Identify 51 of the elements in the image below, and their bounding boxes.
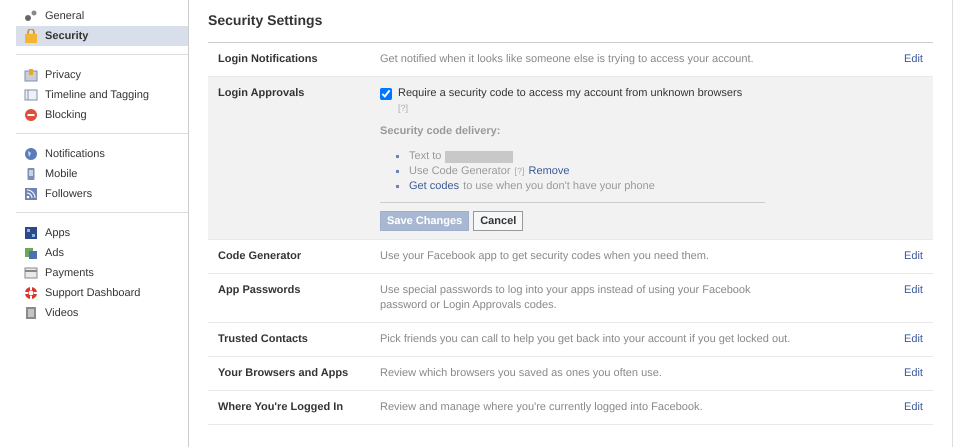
checkbox[interactable] — [380, 88, 392, 100]
edit-link[interactable]: Edit — [904, 249, 923, 264]
section-heading: Security code delivery: — [380, 124, 502, 139]
setting-label: Where You're Logged In — [218, 400, 344, 415]
setting-description: Use your Facebook app to get security codes when you need them. — [380, 249, 710, 264]
sidebar-item[interactable]: Support Dashboard — [16, 283, 188, 303]
edit-link[interactable]: Edit — [904, 366, 923, 381]
setting-description: Review and manage where you're currently logged into Facebook. — [380, 400, 704, 415]
sidebar-item[interactable]: Followers — [16, 184, 188, 204]
sidebar-item[interactable]: Timeline and Tagging — [16, 85, 188, 105]
setting-description: Pick friends you can call to help you get back into your account if you get locked out. — [380, 332, 792, 347]
sidebar-item[interactable]: Mobile — [16, 164, 188, 184]
lifering-icon — [24, 286, 38, 300]
cancel-button[interactable]: Cancel — [473, 211, 524, 231]
setting-label: App Passwords — [218, 283, 302, 298]
card-icon — [24, 266, 38, 280]
delivery-option: Use Code Generator — [409, 164, 510, 179]
sidebar-item[interactable]: Privacy — [16, 65, 188, 85]
remove-link[interactable]: Remove — [528, 164, 570, 179]
sidebar-item[interactable]: Ads — [16, 243, 188, 263]
apps-icon — [24, 226, 38, 240]
setting-description: Use special passwords to log into your apps instead of using your Facebook password or Login Approvals codes. — [380, 283, 752, 313]
setting-description: Review which browsers you saved as ones you often use. — [380, 366, 663, 381]
sidebar-item[interactable]: Payments — [16, 263, 188, 283]
sidebar-item[interactable]: General — [16, 6, 188, 26]
redaction-block — [445, 150, 514, 162]
page-title: Security Settings — [208, 12, 324, 28]
checkbox-label: Require a security code to access my account from unknown browsers — [398, 86, 742, 101]
timeline-icon — [24, 88, 38, 102]
sidebar-item[interactable]: Notifications — [16, 144, 188, 164]
setting-description: Get notified when it looks like someone else is trying to access your account. — [380, 52, 755, 67]
edit-link[interactable]: Edit — [904, 283, 923, 313]
sidebar-item[interactable]: Security — [16, 26, 188, 46]
edit-link[interactable]: Edit — [904, 400, 923, 415]
setting-label: Login Notifications — [218, 52, 319, 67]
delivery-option: to use when you don't have your phone — [463, 179, 655, 194]
block-icon — [24, 108, 38, 122]
setting-label: Login Approvals — [218, 86, 306, 101]
setting-label: Code Generator — [218, 249, 302, 264]
delivery-option: Text to — [409, 149, 442, 164]
setting-label: Trusted Contacts — [218, 332, 309, 347]
get-codes-link[interactable]: Get codes — [409, 179, 460, 194]
ads-icon — [24, 246, 38, 260]
sidebar-item[interactable]: Apps — [16, 223, 188, 243]
rss-icon — [24, 187, 38, 201]
setting-label: Your Browsers and Apps — [218, 366, 350, 381]
sidebar-item[interactable]: Blocking — [16, 105, 188, 125]
edit-link[interactable]: Edit — [904, 52, 923, 67]
lock-icon — [24, 29, 38, 43]
sidebar-item[interactable]: Videos — [16, 303, 188, 323]
edit-link[interactable]: Edit — [904, 332, 923, 347]
